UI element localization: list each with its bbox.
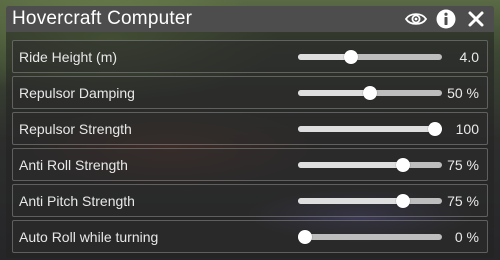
setting-value: 75 % — [447, 193, 479, 209]
setting-value: 50 % — [447, 85, 479, 101]
repulsor-strength-slider[interactable] — [298, 122, 442, 136]
setting-row-repulsor-strength: Repulsor Strength 100 — [12, 112, 488, 145]
slider-fill — [298, 126, 435, 132]
setting-label: Ride Height (m) — [19, 49, 118, 65]
ride-height-slider[interactable] — [298, 50, 442, 64]
info-icon[interactable] — [434, 8, 458, 30]
setting-row-auto-roll: Auto Roll while turning 0 % — [12, 220, 488, 253]
slider-thumb[interactable] — [343, 50, 358, 64]
setting-row-repulsor-damping: Repulsor Damping 50 % — [12, 76, 488, 109]
repulsor-damping-slider[interactable] — [298, 86, 442, 100]
setting-label: Anti Pitch Strength — [19, 193, 135, 209]
slider-fill — [298, 162, 403, 168]
setting-value: 4.0 — [459, 49, 479, 65]
slider-fill — [298, 198, 403, 204]
setting-row-anti-roll-strength: Anti Roll Strength 75 % — [12, 148, 488, 181]
title-bar: Hovercraft Computer — [6, 6, 494, 32]
title-bar-buttons — [404, 8, 488, 30]
hovercraft-computer-window: Hovercraft Computer Ride Height (m) 4.0 … — [6, 6, 494, 258]
slider-fill — [298, 90, 370, 96]
setting-row-anti-pitch-strength: Anti Pitch Strength 75 % — [12, 184, 488, 217]
slider-thumb[interactable] — [395, 194, 410, 208]
anti-pitch-strength-slider[interactable] — [298, 194, 442, 208]
setting-row-ride-height: Ride Height (m) 4.0 — [12, 40, 488, 73]
slider-thumb[interactable] — [363, 86, 377, 100]
setting-value: 0 % — [454, 229, 479, 245]
anti-roll-strength-slider[interactable] — [298, 158, 442, 172]
slider-thumb[interactable] — [428, 122, 442, 136]
auto-roll-slider[interactable] — [298, 230, 442, 244]
setting-label: Anti Roll Strength — [19, 157, 128, 173]
setting-label: Auto Roll while turning — [19, 229, 159, 245]
slider-fill — [298, 54, 351, 60]
setting-label: Repulsor Damping — [19, 85, 135, 101]
slider-thumb[interactable] — [298, 230, 312, 244]
slider-track — [298, 234, 442, 240]
window-title: Hovercraft Computer — [12, 8, 193, 29]
settings-list: Ride Height (m) 4.0 Repulsor Damping 50 … — [12, 40, 488, 256]
setting-label: Repulsor Strength — [19, 121, 132, 137]
setting-value: 100 — [455, 121, 479, 137]
slider-thumb[interactable] — [395, 158, 410, 172]
eye-icon[interactable] — [404, 8, 428, 30]
close-icon[interactable] — [464, 8, 488, 30]
setting-value: 75 % — [447, 157, 479, 173]
